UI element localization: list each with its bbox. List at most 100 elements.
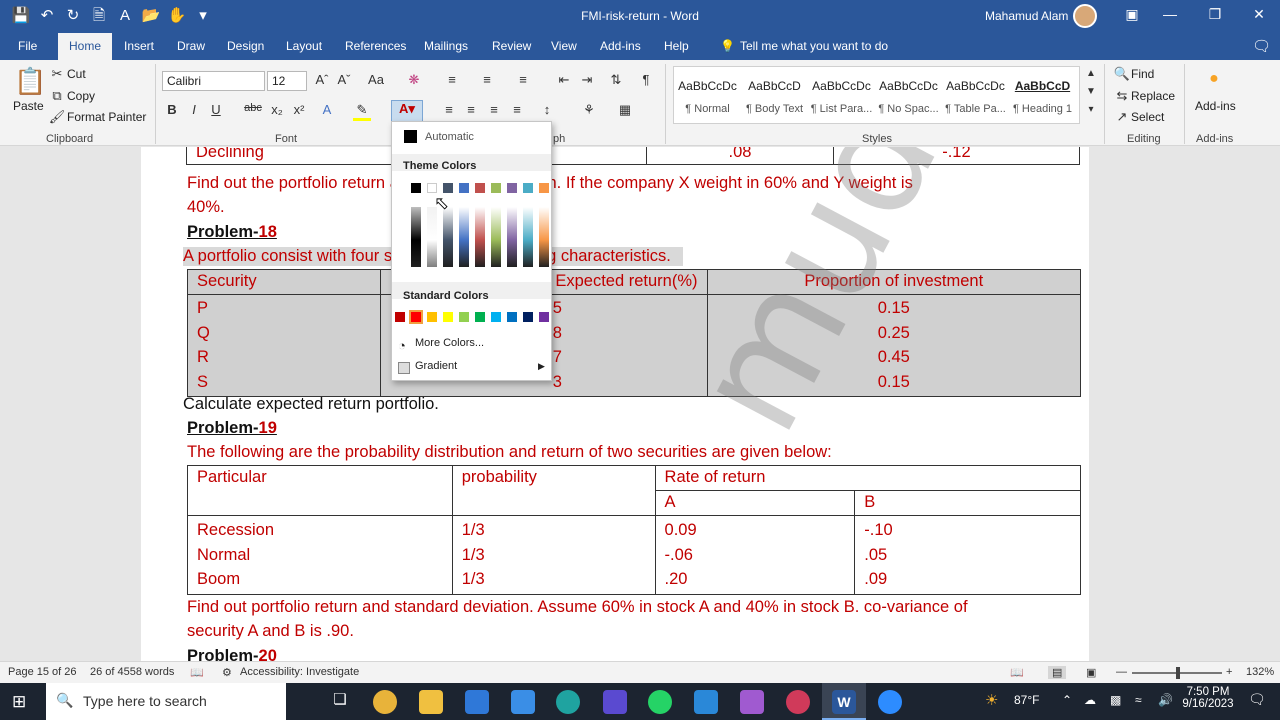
volume-icon[interactable]: 🔊 [1158,693,1173,707]
line-spacing-icon[interactable]: ↕ [538,102,556,117]
theme-shade-column[interactable] [523,207,533,267]
zoom-in-icon[interactable]: + [1226,666,1232,678]
document-page[interactable]: Declining .08 -.12 Find out the portfoli… [141,147,1147,661]
theme-shade-column[interactable] [491,207,501,267]
app-icon[interactable] [603,690,627,714]
addins-button[interactable]: Add-ins [1195,99,1236,113]
clear-formatting-icon[interactable]: ❋ [405,72,423,88]
styles-scroll-down-icon[interactable]: ▼ [1082,86,1100,97]
sort-icon[interactable]: ⇅ [607,72,625,88]
mail-icon[interactable] [511,690,535,714]
minimize-icon[interactable]: — [1160,6,1180,22]
theme-shade-column[interactable] [507,207,517,267]
standard-color-swatch[interactable] [475,312,485,322]
word-count[interactable]: 26 of 4558 words [90,666,174,678]
show-marks-icon[interactable]: ¶ [637,72,655,87]
recorder-icon[interactable] [786,690,810,714]
avatar[interactable] [1073,4,1097,28]
standard-color-swatch[interactable] [395,312,405,322]
tab-review[interactable]: Review [484,33,539,60]
cut-button[interactable]: Cut [67,67,86,81]
font-name-select[interactable]: Calibri [162,71,265,91]
zoom-level[interactable]: 132% [1246,666,1274,678]
style-body-text[interactable]: AaBbCcD ¶ Body Text [741,67,808,123]
edge-icon[interactable] [556,690,580,714]
theme-shade-column[interactable] [443,207,453,267]
zoom-out-icon[interactable]: — [1116,666,1127,678]
text-effects-icon[interactable]: A [318,102,336,117]
windows-start-icon[interactable]: ⊞ [12,692,26,712]
web-layout-icon[interactable]: ▣ [1086,666,1096,679]
theme-shade-column[interactable] [475,207,485,267]
font-color-icon[interactable]: A▾ [391,100,423,122]
theme-color-swatch[interactable] [475,183,485,193]
italic-icon[interactable]: I [185,102,203,117]
tab-layout[interactable]: Layout [278,33,330,60]
accessibility-status[interactable]: Accessibility: Investigate [240,666,359,678]
style-list-paragraph[interactable]: AaBbCcDc ¶ List Para... [808,67,875,123]
standard-color-swatch[interactable] [523,312,533,322]
tab-design[interactable]: Design [219,33,272,60]
change-case-icon[interactable]: Aa [364,72,388,87]
zoom-app-icon[interactable] [878,690,902,714]
grow-font-icon[interactable]: Aˆ [313,72,331,87]
numbering-icon[interactable]: ≡ [478,72,496,87]
paste-icon[interactable]: 📋 [14,66,46,97]
style-normal[interactable]: AaBbCcDc ¶ Normal [674,67,741,123]
theme-color-swatch[interactable] [411,183,421,193]
copy-button[interactable]: Copy [67,89,95,103]
font-size-select[interactable]: 12 [267,71,307,91]
network-icon[interactable]: ☁ [1084,693,1096,707]
standard-color-swatch[interactable] [507,312,517,322]
standard-color-swatch[interactable] [539,312,549,322]
more-colors-option[interactable]: More Colors... [415,337,484,349]
styles-scroll-up-icon[interactable]: ▲ [1082,68,1100,79]
highlight-icon[interactable]: ✎ [353,102,371,121]
standard-color-swatch[interactable] [459,312,469,322]
photos-icon[interactable] [694,690,718,714]
find-button[interactable]: Find [1131,67,1154,81]
theme-color-swatch[interactable] [443,183,453,193]
theme-color-swatch[interactable] [539,183,549,193]
tab-view[interactable]: View [543,33,585,60]
standard-color-swatch[interactable] [427,312,437,322]
styles-more-icon[interactable]: ▾ [1082,104,1100,115]
multilevel-list-icon[interactable]: ≡ [514,72,532,87]
style-no-spacing[interactable]: AaBbCcDc ¶ No Spac... [875,67,942,123]
tray-expand-icon[interactable]: ⌃ [1062,693,1072,707]
theme-shade-column[interactable] [459,207,469,267]
taskbar-search[interactable]: 🔍 Type here to search [46,683,286,720]
temperature[interactable]: 87°F [1014,693,1039,707]
borders-icon[interactable]: ▦ [616,102,634,118]
read-mode-icon[interactable]: 📖 [1010,666,1024,679]
battery-icon[interactable]: ▩ [1110,693,1121,707]
tab-insert[interactable]: Insert [116,33,162,60]
tell-me-search[interactable]: Tell me what you want to do [732,33,896,60]
wifi-icon[interactable]: ≈ [1135,693,1142,707]
chrome-icon[interactable] [373,690,397,714]
theme-color-swatch[interactable] [523,183,533,193]
align-right-icon[interactable]: ≡ [485,102,503,117]
style-heading-1[interactable]: AaBbCcD ¶ Heading 1 [1009,67,1076,123]
tab-addins[interactable]: Add-ins [592,33,649,60]
proofing-icon[interactable]: 📖 [190,666,204,679]
user-name[interactable]: Mahamud Alam [985,9,1068,23]
theme-color-swatch[interactable] [427,183,437,193]
tab-draw[interactable]: Draw [169,33,213,60]
standard-color-swatch[interactable] [491,312,501,322]
close-icon[interactable]: ✕ [1249,6,1269,23]
word-taskbar-button[interactable]: W [822,683,866,720]
file-explorer-icon[interactable] [419,690,443,714]
tab-file[interactable]: File [10,33,45,60]
document-canvas[interactable]: Declining .08 -.12 Find out the portfoli… [0,147,1280,661]
store-icon[interactable] [465,690,489,714]
style-table-paragraph[interactable]: AaBbCcDc ¶ Table Pa... [942,67,1009,123]
superscript-icon[interactable]: x² [290,102,308,117]
replace-button[interactable]: Replace [1131,89,1175,103]
bullets-icon[interactable]: ≡ [443,72,461,87]
theme-color-swatch[interactable] [507,183,517,193]
theme-shade-column[interactable] [539,207,549,267]
page-count[interactable]: Page 15 of 26 [8,666,77,678]
underline-icon[interactable]: U [207,102,225,117]
tab-references[interactable]: References [337,33,414,60]
